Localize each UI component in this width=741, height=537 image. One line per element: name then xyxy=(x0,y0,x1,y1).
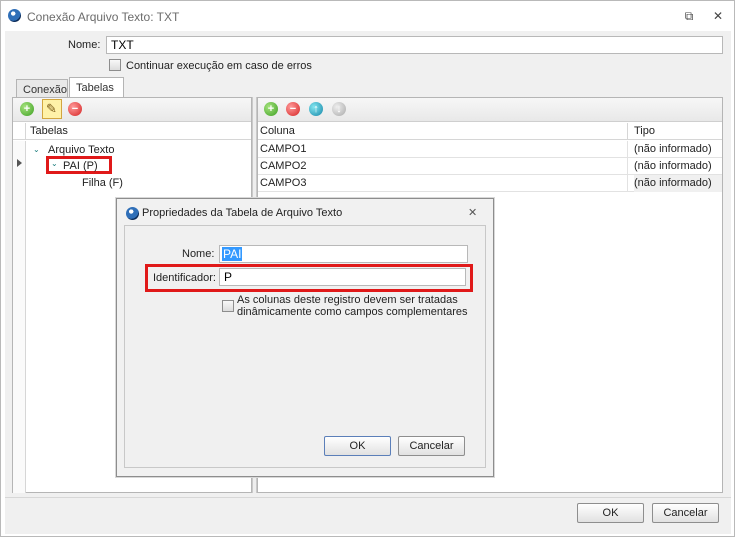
coluna-cell: CAMPO3 xyxy=(260,175,628,192)
row-indicator-header xyxy=(13,123,26,140)
table-row[interactable]: CAMPO2 (não informado) xyxy=(258,158,722,175)
remove-table-icon[interactable]: − xyxy=(68,102,82,116)
remove-column-icon[interactable]: − xyxy=(286,102,300,116)
row-indicator-column xyxy=(13,141,26,493)
tipo-cell: (não informado) xyxy=(634,175,722,192)
app-logo-icon xyxy=(8,9,21,22)
tipo-cell: (não informado) xyxy=(634,160,712,172)
table-name-input[interactable]: PAI xyxy=(219,245,468,263)
add-table-icon[interactable]: + xyxy=(20,102,34,116)
dialog-title: Propriedades da Tabela de Arquivo Texto xyxy=(142,207,343,219)
restore-window-icon[interactable]: ⧉ xyxy=(679,7,699,25)
columns-toolbar: + − ↑ ↓ xyxy=(258,98,722,122)
footer-divider xyxy=(5,497,731,498)
move-up-icon[interactable]: ↑ xyxy=(309,102,323,116)
dynamic-columns-label-line2: dinâmicamente como campos complementares xyxy=(237,306,468,318)
dialog-cancel-button[interactable]: Cancelar xyxy=(398,436,465,456)
dialog-name-label: Nome: xyxy=(182,248,215,260)
move-down-icon: ↓ xyxy=(332,102,346,116)
tree-item-pai[interactable]: PAI (P) xyxy=(63,158,98,175)
add-column-icon[interactable]: + xyxy=(264,102,278,116)
dynamic-columns-label-line1: As colunas deste registro devem ser trat… xyxy=(237,294,458,306)
tables-toolbar: + ✎ − xyxy=(13,98,251,122)
dialog-ok-button[interactable]: OK xyxy=(324,436,391,456)
table-row[interactable]: CAMPO3 (não informado) xyxy=(258,175,722,192)
continue-on-error-label: Continuar execução em caso de erros xyxy=(126,60,312,72)
coluna-cell: CAMPO1 xyxy=(260,141,628,158)
dynamic-columns-label: As colunas deste registro devem ser trat… xyxy=(237,294,468,318)
edit-table-icon: ✎ xyxy=(46,101,57,116)
close-icon[interactable]: ✕ xyxy=(708,7,728,25)
table-properties-dialog: Propriedades da Tabela de Arquivo Texto … xyxy=(116,198,494,477)
columns-header-row: Coluna Tipo xyxy=(258,123,722,140)
identifier-label: Identificador: xyxy=(153,272,216,284)
tables-header: Tabelas xyxy=(13,123,251,140)
edit-table-button[interactable]: ✎ xyxy=(42,99,62,119)
tipo-cell: (não informado) xyxy=(634,143,712,155)
coluna-cell: CAMPO2 xyxy=(260,158,628,175)
dialog-close-icon[interactable]: ✕ xyxy=(468,206,477,219)
expand-pai-icon[interactable]: ⌄ xyxy=(51,159,58,168)
dialog-body: Nome: PAI Identificador: P As colunas de… xyxy=(124,225,486,468)
dialog-app-logo-icon xyxy=(126,207,139,220)
expand-arquivo-texto-icon[interactable]: ⌄ xyxy=(33,145,40,154)
coluna-header[interactable]: Coluna xyxy=(260,123,628,140)
dynamic-columns-checkbox[interactable] xyxy=(222,300,234,312)
tables-header-label: Tabelas xyxy=(30,125,68,137)
table-row[interactable]: CAMPO1 (não informado) xyxy=(258,141,722,158)
title-bar: Conexão Arquivo Texto: TXT ⧉ ✕ xyxy=(1,1,734,31)
main-ok-button[interactable]: OK xyxy=(577,503,644,523)
name-label: Nome: xyxy=(68,39,101,51)
selected-table-name: PAI xyxy=(222,247,243,261)
tipo-header[interactable]: Tipo xyxy=(634,123,718,140)
window-title: Conexão Arquivo Texto: TXT xyxy=(27,10,180,24)
continue-on-error-checkbox[interactable] xyxy=(109,59,121,71)
connection-name-input[interactable]: TXT xyxy=(106,36,723,54)
main-cancel-button[interactable]: Cancelar xyxy=(652,503,719,523)
current-row-indicator-icon xyxy=(17,159,22,167)
tree-item-filha[interactable]: Filha (F) xyxy=(82,175,123,192)
identifier-input[interactable]: P xyxy=(219,268,466,286)
